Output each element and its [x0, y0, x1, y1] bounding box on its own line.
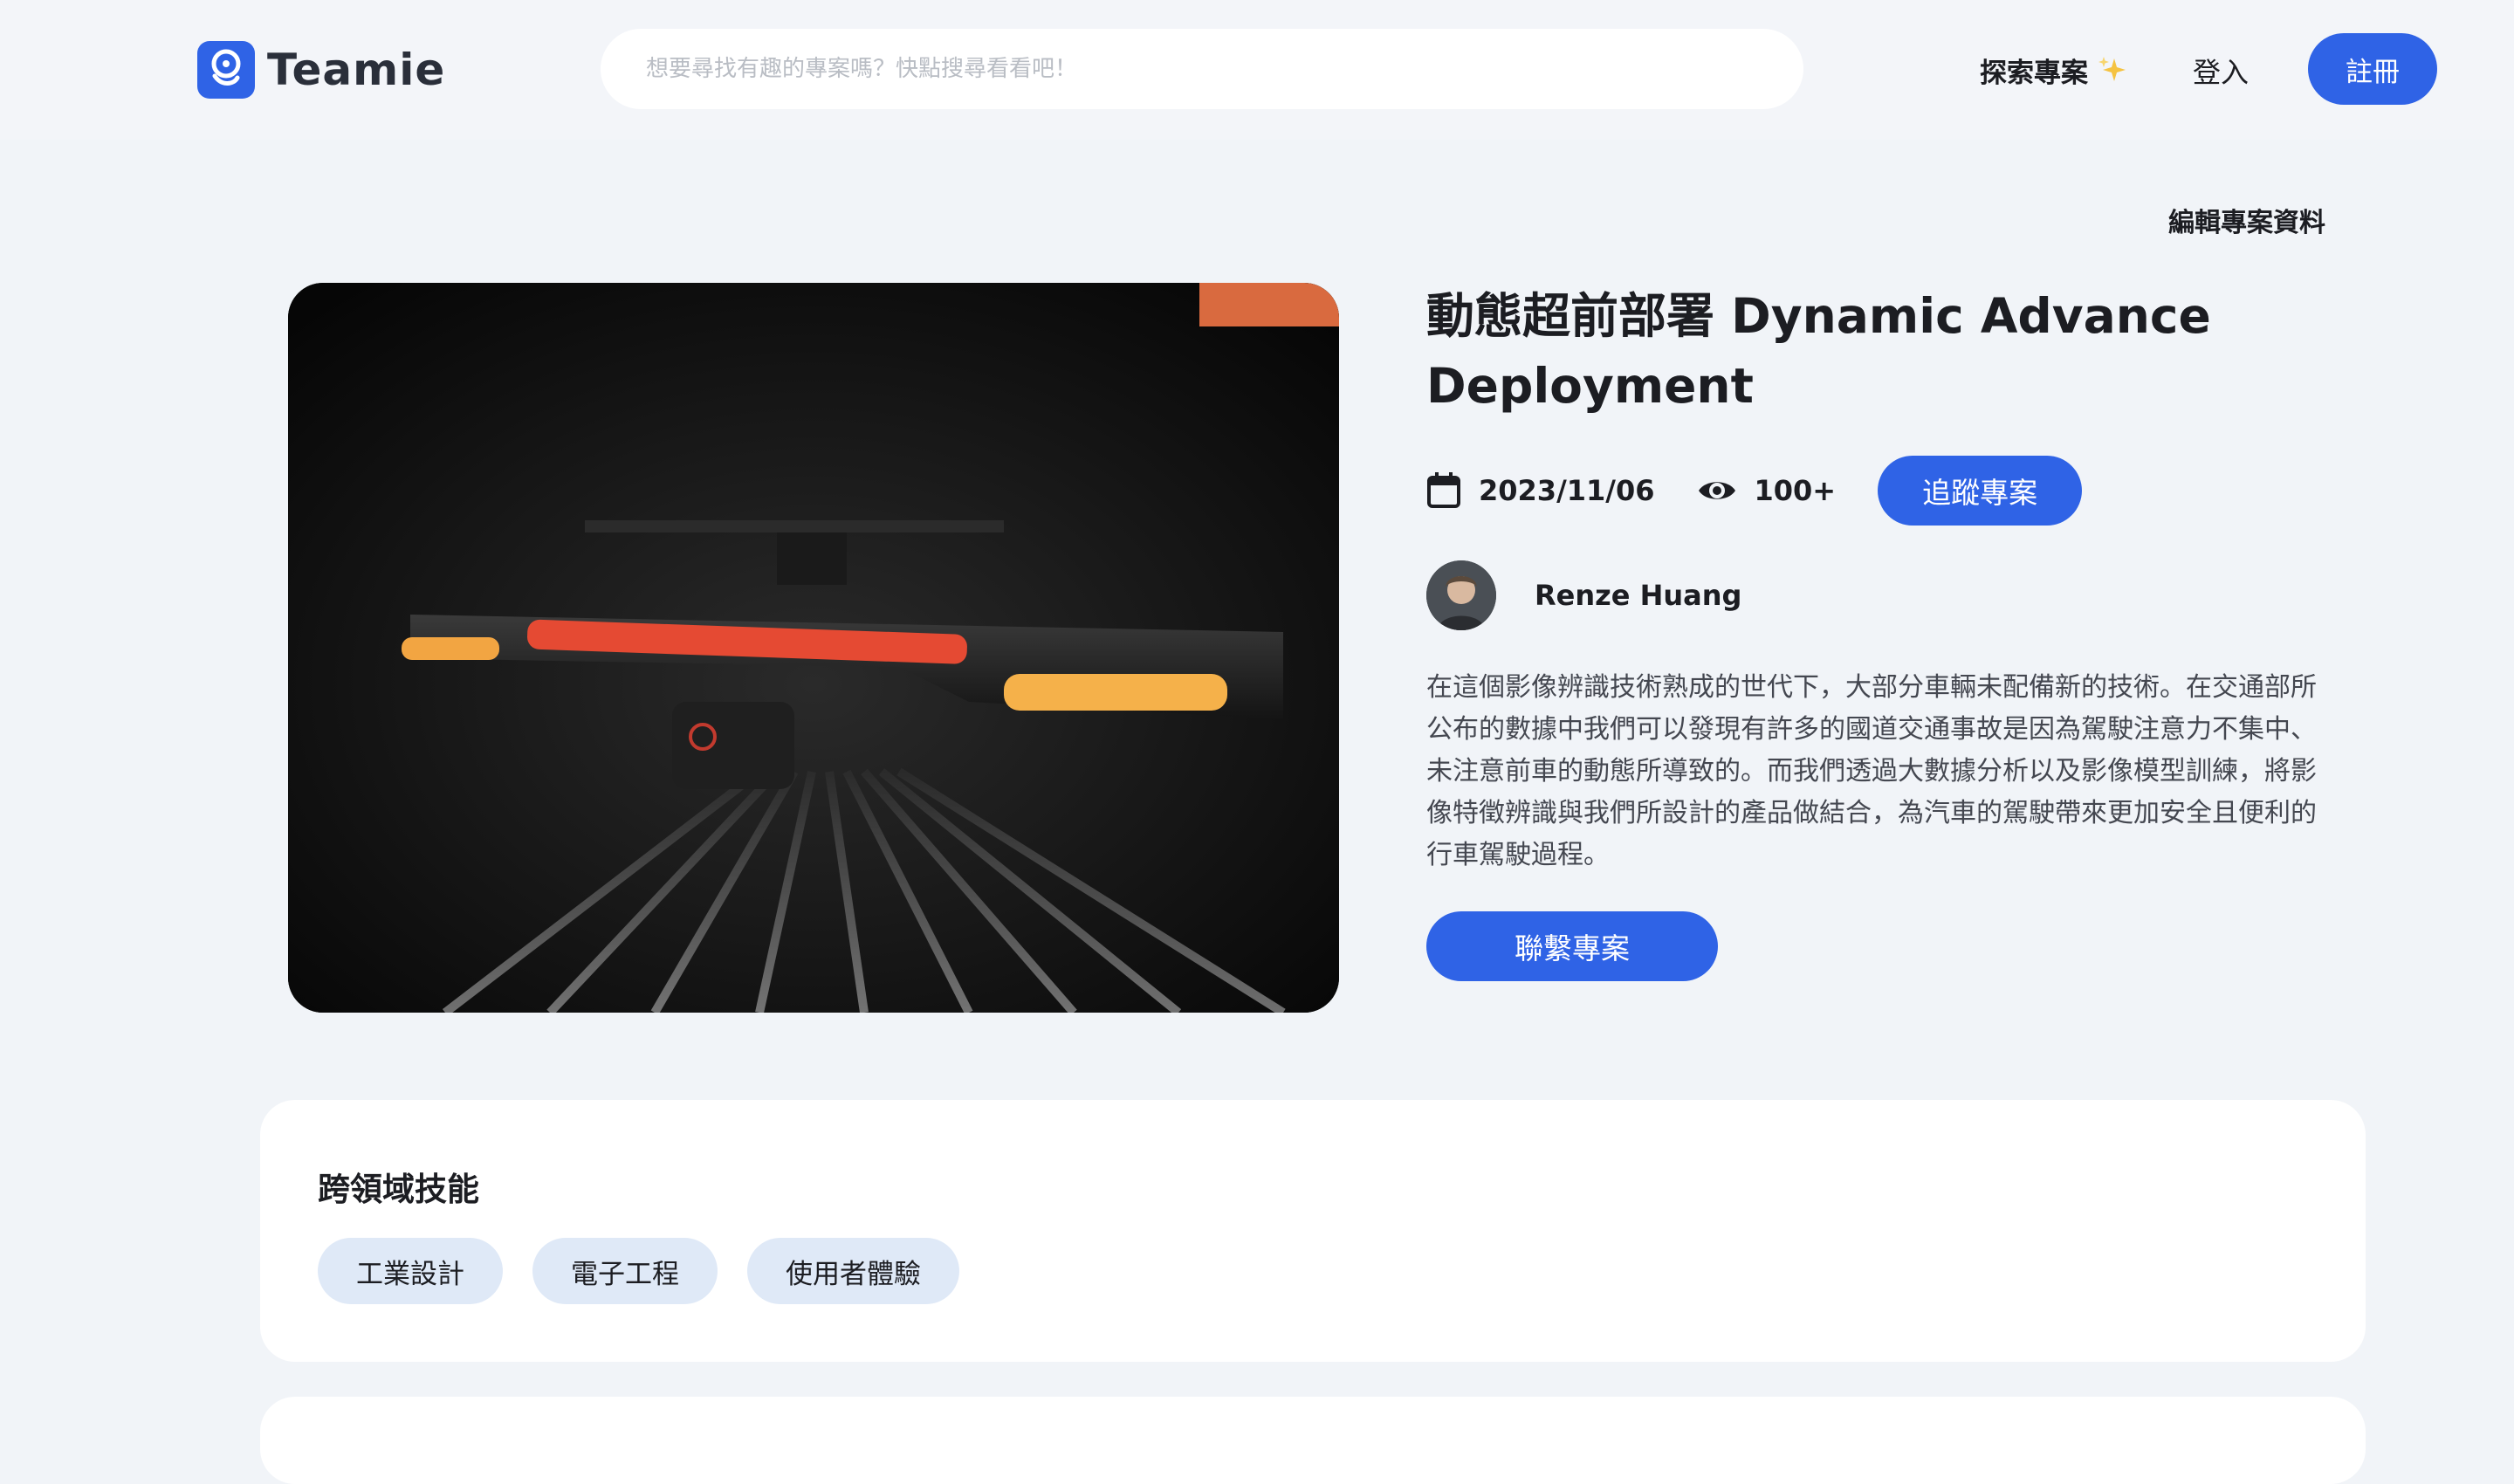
- sparkle-icon: [2098, 56, 2126, 81]
- calendar-icon: [1427, 472, 1460, 508]
- logo-icon: [197, 41, 255, 99]
- skill-tag[interactable]: 電子工程: [532, 1238, 718, 1304]
- nav-explore-link[interactable]: 探索專案: [1980, 51, 2128, 90]
- search-input[interactable]: [601, 29, 1803, 109]
- skill-tag[interactable]: 工業設計: [318, 1238, 503, 1304]
- project-date: 2023/11/06: [1426, 471, 1655, 510]
- skill-tag[interactable]: 使用者體驗: [747, 1238, 959, 1304]
- top-navbar: Teamie 探索專案 登入 註冊: [0, 0, 2514, 140]
- next-section-card: [260, 1397, 2366, 1484]
- skills-card: 跨領域技能 工業設計 電子工程 使用者體驗: [260, 1100, 2366, 1362]
- project-meta: 2023/11/06 100+ 追蹤專案: [1426, 456, 2083, 526]
- follow-project-button[interactable]: 追蹤專案: [1878, 456, 2083, 526]
- skills-title: 跨領域技能: [318, 1171, 479, 1208]
- edit-project-link[interactable]: 編輯專案資料: [2168, 201, 2325, 239]
- logo-text: Teamie: [267, 45, 446, 95]
- project-description: 在這個影像辨識技術熟成的世代下，大部分車輛未配備新的技術。在交通部所公布的數據中…: [1426, 672, 2317, 870]
- project-cover-image: [288, 283, 1339, 1013]
- register-button[interactable]: 註冊: [2308, 33, 2437, 105]
- logo[interactable]: Teamie: [197, 40, 445, 100]
- project-author[interactable]: Renze Huang: [1426, 560, 1741, 630]
- nav-explore-label: 探索專案: [1980, 58, 2088, 89]
- project-views: 100+: [1697, 474, 1837, 507]
- contact-project-button[interactable]: 聯繫專案: [1426, 911, 1718, 981]
- project-views-value: 100+: [1754, 474, 1837, 507]
- skills-list: 工業設計 電子工程 使用者體驗: [318, 1238, 989, 1304]
- author-name: Renze Huang: [1535, 579, 1742, 612]
- avatar: [1426, 560, 1496, 630]
- project-title: 動態超前部署 Dynamic Advance Deployment: [1426, 288, 2211, 414]
- login-link[interactable]: 登入: [2193, 51, 2249, 91]
- project-date-value: 2023/11/06: [1479, 474, 1655, 507]
- eye-icon: [1698, 482, 1735, 499]
